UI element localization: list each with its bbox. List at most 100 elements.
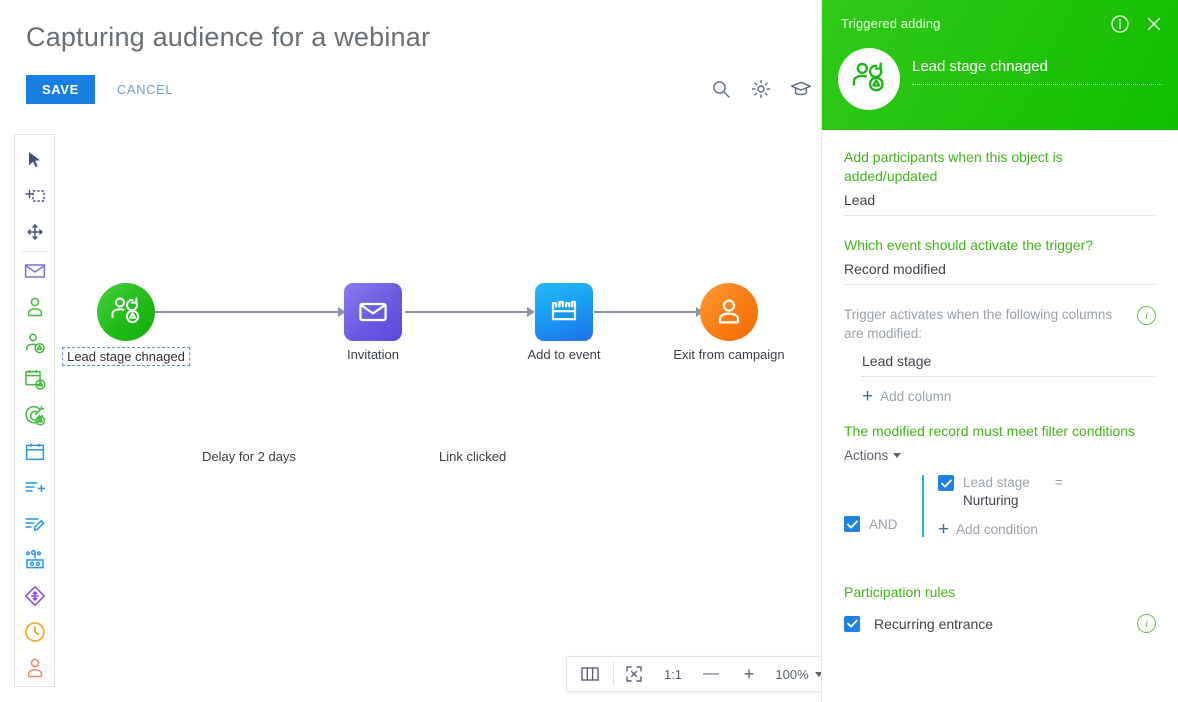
audience-trigger-icon [109, 296, 143, 328]
event-field[interactable]: Record modified [844, 261, 1156, 285]
panel-body: Add participants when this object is add… [822, 130, 1178, 702]
add-task-element[interactable] [15, 470, 54, 506]
object-field[interactable]: Lead [844, 192, 1156, 216]
zoom-level-value: 100% [775, 667, 808, 682]
add-selection-tool[interactable] [15, 178, 54, 214]
add-condition-label: Add condition [956, 522, 1038, 537]
panel-header: Triggered adding [822, 0, 1178, 130]
condition-column: Lead stage [963, 475, 1030, 490]
node-shape [700, 283, 758, 341]
filter-actions-button[interactable]: Actions [822, 448, 923, 463]
main-area: Capturing audience for a webinar SAVE CA… [0, 0, 821, 702]
logic-operator-label: AND [869, 517, 898, 532]
process-element[interactable] [15, 542, 54, 578]
edge-link-line [405, 311, 527, 313]
top-toolbar [708, 76, 814, 102]
audience-element[interactable] [15, 289, 54, 325]
palette-divider [22, 251, 47, 252]
recurring-entrance-checkbox[interactable] [844, 616, 860, 632]
column-field[interactable]: Lead stage [862, 353, 1156, 377]
action-bar: SAVE CANCEL [26, 75, 173, 104]
campaign-designer-screen: Capturing audience for a webinar SAVE CA… [0, 0, 1178, 702]
node-label[interactable]: Lead stage chnaged [62, 347, 190, 366]
filter-conditions-block: AND Lead stage = Nurturing + Add conditi… [822, 475, 1178, 537]
node-invitation[interactable]: Invitation [344, 283, 402, 341]
object-section-label: Add participants when this object is add… [822, 148, 1178, 186]
recurring-entrance-row: Recurring entrance i [822, 614, 1178, 633]
node-lead-stage-changed[interactable]: Lead stage chnaged [97, 283, 155, 341]
trigger-settings-panel: Triggered adding [821, 0, 1178, 702]
add-to-event-element[interactable] [15, 361, 54, 397]
plus-icon: + [862, 390, 873, 403]
condition-row[interactable]: Lead stage = [938, 475, 1063, 491]
zoom-in-button[interactable]: + [730, 657, 768, 691]
add-column-button[interactable]: + Add column [862, 389, 1156, 404]
filter-actions-label: Actions [844, 448, 888, 463]
columns-icon[interactable] [567, 657, 613, 691]
avatar [838, 48, 900, 110]
node-shape [344, 283, 402, 341]
gear-icon[interactable] [748, 76, 774, 102]
move-tool[interactable] [15, 214, 54, 250]
fit-to-screen-icon[interactable] [614, 657, 654, 691]
close-icon[interactable] [1142, 12, 1166, 36]
info-icon[interactable]: i [1137, 306, 1156, 325]
event-section-label: Which event should activate the trigger? [822, 236, 1178, 255]
node-label[interactable]: Invitation [347, 347, 399, 362]
condition-operator: = [1055, 475, 1063, 490]
add-condition-button[interactable]: + Add condition [938, 522, 1063, 537]
node-shape [535, 283, 593, 341]
email-element[interactable] [15, 253, 54, 289]
condition-list: Lead stage = Nurturing + Add condition [922, 475, 1063, 537]
participation-section-label: Participation rules [822, 583, 1178, 602]
edit-record-element[interactable] [15, 506, 54, 542]
node-shape [97, 283, 155, 341]
logic-operator-row: AND [844, 475, 922, 537]
add-participant-element[interactable] [15, 325, 54, 361]
condition-checkbox[interactable] [938, 475, 954, 491]
zoom-ratio-button[interactable]: 1:1 [654, 657, 692, 691]
cancel-button[interactable]: CANCEL [117, 82, 173, 97]
exit-element[interactable] [15, 650, 54, 686]
pointer-tool[interactable] [15, 142, 54, 178]
edge-delay-label: Delay for 2 days [198, 449, 300, 464]
event-element[interactable] [15, 434, 54, 470]
node-label[interactable]: Add to event [528, 347, 601, 362]
audience-trigger-icon [850, 61, 888, 97]
edge-exit-line [594, 311, 696, 313]
panel-title-underline [912, 84, 1162, 85]
condition-element[interactable] [15, 578, 54, 614]
info-icon[interactable]: i [1137, 614, 1156, 633]
edge-link-label: Link clicked [435, 449, 510, 464]
calendar-icon [549, 298, 579, 326]
condition-value[interactable]: Nurturing [963, 493, 1063, 508]
zoom-toolbar: 1:1 — + 100% [566, 656, 831, 692]
logic-checkbox[interactable] [844, 516, 860, 532]
campaign-target-element[interactable] [15, 397, 54, 433]
panel-kicker: Triggered adding [841, 16, 940, 31]
tool-palette [14, 134, 55, 687]
search-icon[interactable] [708, 76, 734, 102]
info-icon[interactable] [1108, 12, 1132, 36]
timer-element[interactable] [15, 614, 54, 650]
edge-link-arrow [527, 307, 535, 317]
chevron-down-icon [893, 453, 901, 458]
node-add-to-event[interactable]: Add to event [535, 283, 593, 341]
page-title: Capturing audience for a webinar [26, 22, 430, 53]
edge-delay-line [152, 311, 338, 313]
node-label[interactable]: Exit from campaign [673, 347, 784, 362]
zoom-out-button[interactable]: — [692, 657, 730, 691]
plus-icon: + [938, 523, 949, 536]
panel-title: Lead stage chnaged [912, 58, 1162, 84]
panel-header-actions [1108, 12, 1166, 36]
recurring-entrance-label: Recurring entrance [874, 616, 1123, 632]
node-exit-from-campaign[interactable]: Exit from campaign [700, 283, 758, 341]
add-column-label: Add column [880, 389, 951, 404]
panel-title-field[interactable]: Lead stage chnaged [912, 58, 1162, 85]
envelope-icon [358, 300, 388, 324]
columns-hint-text: Trigger activates when the following col… [844, 307, 1112, 341]
flow-canvas[interactable]: Delay for 2 days Link clicked Lead stage… [56, 134, 821, 687]
person-icon [715, 297, 743, 327]
save-button[interactable]: SAVE [26, 75, 95, 104]
graduation-cap-icon[interactable] [788, 76, 814, 102]
